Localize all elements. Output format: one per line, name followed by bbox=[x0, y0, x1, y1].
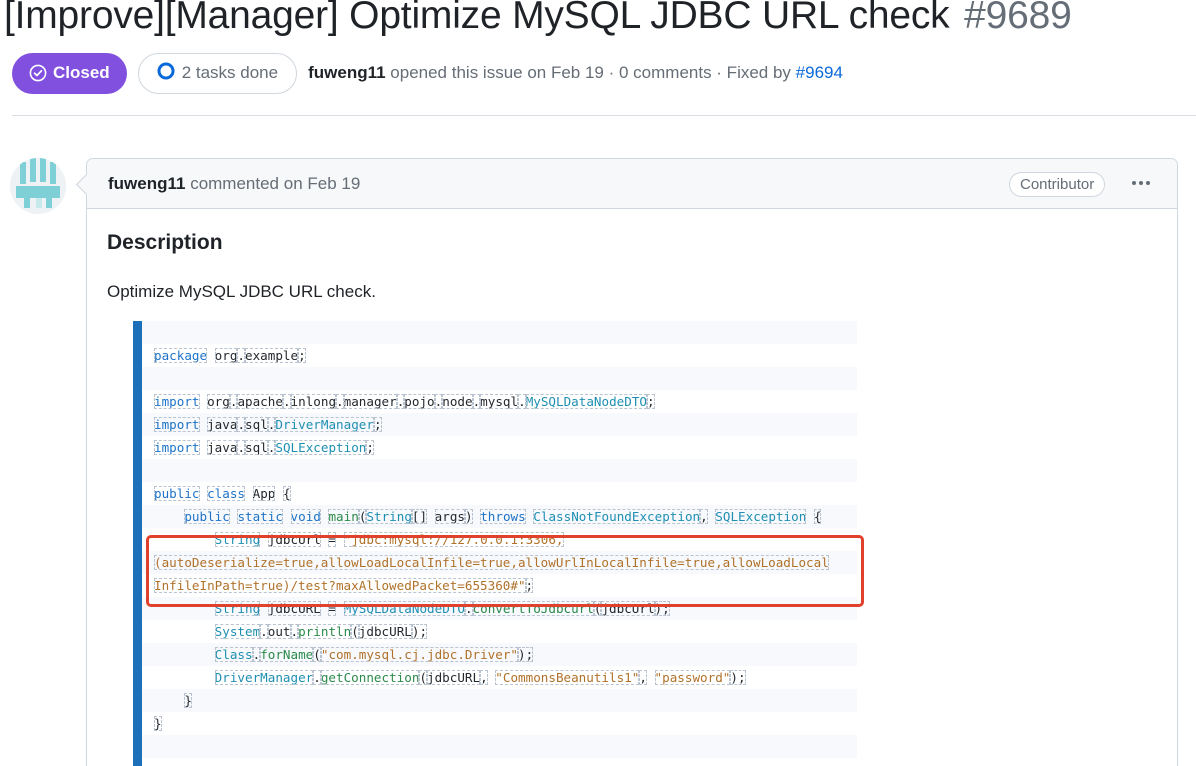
code-gutter bbox=[133, 321, 142, 766]
tasks-label: 2 tasks done bbox=[181, 63, 279, 82]
tasks-progress-button[interactable]: 2 tasks done bbox=[137, 52, 298, 94]
fixed-by-link[interactable]: #9694 bbox=[796, 63, 843, 82]
code-line bbox=[142, 459, 857, 482]
code-lines: package org.example; import org.apache.in… bbox=[142, 321, 857, 766]
comment-header: fuweng11 commented on Feb 19 Contributor bbox=[87, 159, 1177, 209]
code-screenshot: package org.example; import org.apache.in… bbox=[133, 321, 857, 766]
code-line bbox=[142, 321, 857, 344]
code-line: String jdbcURL = MySQLDataNodeDTO.conver… bbox=[142, 597, 857, 620]
code-line: package org.example; bbox=[142, 344, 857, 367]
contributor-badge: Contributor bbox=[1009, 172, 1106, 197]
state-badge: Closed bbox=[12, 52, 127, 94]
code-line: InfileInPath=true)/test?maxAllowedPacket… bbox=[142, 574, 857, 597]
progress-circle-icon bbox=[157, 62, 175, 85]
code-line: public class App { bbox=[142, 482, 857, 505]
comment-meta: fuweng11 commented on Feb 19 bbox=[108, 174, 360, 194]
issue-opened-info: fuweng11 opened this issue on Feb 19 · 0… bbox=[308, 63, 843, 83]
state-label: Closed bbox=[53, 63, 110, 82]
code-line: String jdbcUrl = "jdbc:mysql://127.0.0.1… bbox=[142, 528, 857, 551]
description-text: Optimize MySQL JDBC URL check. bbox=[107, 282, 376, 301]
check-circle-icon bbox=[29, 64, 47, 82]
code-line: (autoDeserialize=true,allowLoadLocalInfi… bbox=[142, 551, 857, 574]
issue-title-text: [Improve][Manager] Optimize MySQL JDBC U… bbox=[4, 0, 950, 37]
code-line: import java.sql.SQLException; bbox=[142, 436, 857, 459]
opened-text: opened this issue on Feb 19 · 0 comments… bbox=[385, 63, 796, 82]
kebab-horizontal-icon[interactable] bbox=[1126, 170, 1156, 196]
issue-number: #9689 bbox=[964, 0, 1072, 37]
code-line bbox=[142, 735, 857, 758]
comment-card: fuweng11 commented on Feb 19 Contributor… bbox=[86, 158, 1178, 766]
code-line: import java.sql.DriverManager; bbox=[142, 413, 857, 436]
code-line: } bbox=[142, 689, 857, 712]
description-heading: Description bbox=[107, 231, 223, 254]
issue-title: [Improve][Manager] Optimize MySQL JDBC U… bbox=[4, 0, 1072, 38]
code-line: } bbox=[142, 712, 857, 735]
code-line: import org.apache.inlong.manager.pojo.no… bbox=[142, 390, 857, 413]
code-line: System.out.println(jdbcURL); bbox=[142, 620, 857, 643]
code-line: Class.forName("com.mysql.cj.jdbc.Driver"… bbox=[142, 643, 857, 666]
avatar[interactable] bbox=[10, 158, 66, 214]
header-divider bbox=[12, 115, 1196, 116]
comment-author-link[interactable]: fuweng11 bbox=[108, 174, 185, 193]
code-line bbox=[142, 758, 857, 766]
code-line bbox=[142, 367, 857, 390]
comment-action: commented on Feb 19 bbox=[185, 174, 361, 193]
code-line: public static void main(String[] args) t… bbox=[142, 505, 857, 528]
code-line: DriverManager.getConnection(jdbcURL, "Co… bbox=[142, 666, 857, 689]
issue-meta-row: Closed 2 tasks done fuweng11 opened this… bbox=[12, 52, 843, 94]
issue-author-link[interactable]: fuweng11 bbox=[308, 63, 385, 82]
